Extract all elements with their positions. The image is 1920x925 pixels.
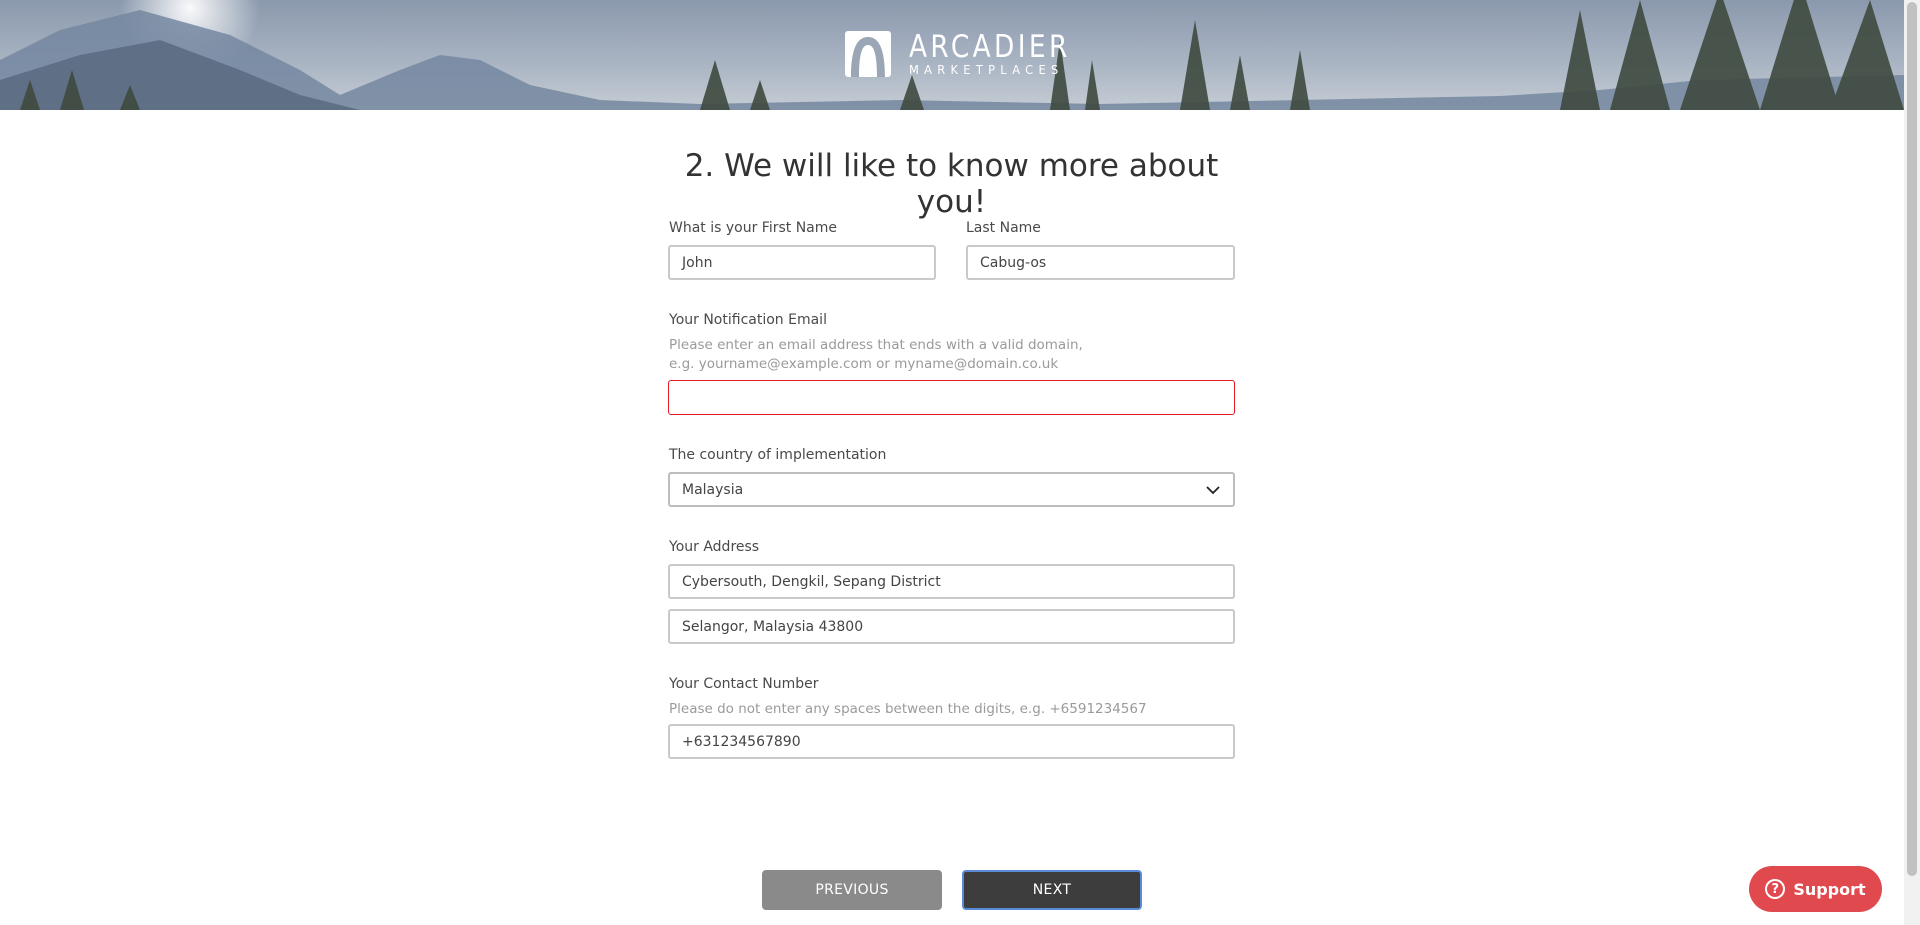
country-value: Malaysia	[682, 481, 744, 498]
contact-label: Your Contact Number	[669, 676, 819, 692]
contact-number-value: +631234567890	[682, 733, 801, 750]
first-name-value: John	[682, 254, 713, 271]
email-field[interactable]	[668, 380, 1235, 415]
contact-hint: Please do not enter any spaces between t…	[669, 701, 1147, 717]
logo-text: ARCADIER MARKETPLACES	[909, 31, 1099, 77]
logo-title: ARCADIER	[909, 29, 1071, 65]
next-button[interactable]: NEXT	[962, 870, 1142, 910]
last-name-value: Cabug-os	[980, 254, 1047, 271]
arcadier-logo-icon	[845, 31, 891, 77]
page: ARCADIER MARKETPLACES 2. We will like to…	[0, 0, 1920, 925]
address-line2-value: Selangor, Malaysia 43800	[682, 618, 864, 635]
email-hint-line1: Please enter an email address that ends …	[669, 337, 1083, 353]
help-icon: ?	[1765, 879, 1786, 899]
first-name-input[interactable]: John	[668, 245, 936, 280]
address-line2-input[interactable]: Selangor, Malaysia 43800	[668, 609, 1235, 644]
contact-number-input[interactable]: +631234567890	[668, 724, 1235, 759]
country-select[interactable]: Malaysia	[668, 472, 1235, 507]
previous-button[interactable]: PREVIOUS	[762, 870, 942, 910]
email-hint-line2: e.g. yourname@example.com or myname@doma…	[669, 356, 1059, 372]
address-label: Your Address	[669, 539, 760, 555]
header-banner: ARCADIER MARKETPLACES	[0, 0, 1904, 110]
support-button[interactable]: ? Support	[1749, 866, 1882, 912]
chevron-down-icon	[1206, 485, 1220, 494]
arcadier-logo[interactable]: ARCADIER MARKETPLACES	[845, 30, 1099, 78]
page-title: 2. We will like to know more about you!	[684, 148, 1219, 220]
first-name-label: What is your First Name	[669, 220, 838, 236]
logo-subtitle: MARKETPLACES	[909, 63, 1064, 77]
last-name-input[interactable]: Cabug-os	[966, 245, 1235, 280]
last-name-label: Last Name	[966, 220, 1041, 236]
email-label: Your Notification Email	[669, 312, 827, 328]
scrollbar-thumb[interactable]	[1907, 2, 1917, 876]
address-line1-input[interactable]: Cybersouth, Dengkil, Sepang District	[668, 564, 1235, 599]
country-label: The country of implementation	[669, 447, 887, 463]
scrollbar[interactable]	[1904, 0, 1920, 925]
support-label: Support	[1793, 879, 1866, 899]
address-line1-value: Cybersouth, Dengkil, Sepang District	[682, 573, 941, 590]
